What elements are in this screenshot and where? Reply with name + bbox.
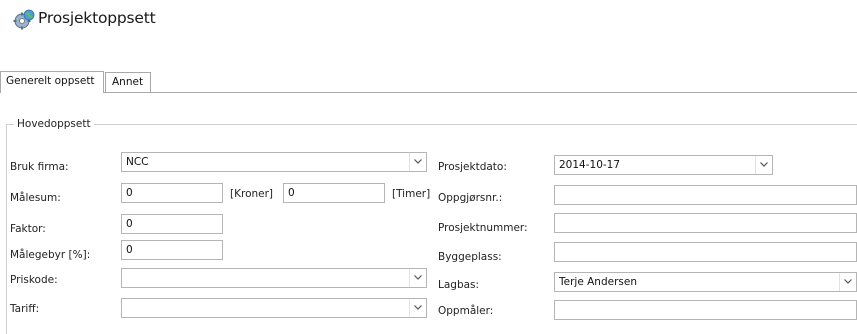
byggeplass-label: Byggeplass: <box>438 251 502 263</box>
faktor-input[interactable]: 0 <box>121 214 223 234</box>
lagbas-select[interactable]: Terje Andersen <box>554 272 857 292</box>
chevron-down-icon[interactable] <box>755 156 772 174</box>
page-title: Prosjektoppsett <box>38 9 156 27</box>
tariff-select[interactable] <box>121 298 427 318</box>
oppmaler-label: Oppmåler: <box>438 305 494 317</box>
byggeplass-input[interactable] <box>554 242 857 262</box>
oppgjorsnr-input[interactable] <box>554 185 857 205</box>
tariff-label: Tariff: <box>10 303 40 315</box>
oppmaler-input[interactable] <box>554 300 857 320</box>
chevron-down-icon[interactable] <box>409 153 426 171</box>
lagbas-value: Terje Andersen <box>559 276 637 288</box>
gear-globe-icon <box>13 9 35 31</box>
timer-unit-label: [Timer] <box>392 188 431 200</box>
malesum-timer-input[interactable]: 0 <box>283 183 385 203</box>
malesum-label: Målesum: <box>10 192 61 204</box>
prosjektnummer-input[interactable] <box>554 213 857 233</box>
prosjektdato-picker[interactable]: 2014-10-17 <box>554 155 773 175</box>
tab-generelt-oppsett[interactable]: Generelt oppsett <box>0 71 104 93</box>
chevron-down-icon[interactable] <box>409 269 426 287</box>
bruk-firma-value: NCC <box>126 156 149 168</box>
bruk-firma-select[interactable]: NCC <box>121 152 427 172</box>
priskode-select[interactable] <box>121 268 427 288</box>
tab-strip-border <box>0 92 857 93</box>
oppgjorsnr-label: Oppgjørsnr.: <box>438 192 503 204</box>
group-title: Hovedoppsett <box>14 118 94 130</box>
priskode-label: Priskode: <box>10 274 58 286</box>
malegebyr-label: Målegebyr [%]: <box>10 249 91 261</box>
bruk-firma-label: Bruk firma: <box>10 161 69 173</box>
lagbas-label: Lagbas: <box>438 279 480 291</box>
malegebyr-input[interactable]: 0 <box>121 240 223 260</box>
tab-annet[interactable]: Annet <box>105 72 151 92</box>
kroner-unit-label: [Kroner] <box>230 188 274 200</box>
faktor-label: Faktor: <box>10 223 46 235</box>
tab-active-gap <box>1 92 103 93</box>
chevron-down-icon[interactable] <box>839 273 856 291</box>
prosjektnummer-label: Prosjektnummer: <box>438 222 528 234</box>
malesum-kroner-input[interactable]: 0 <box>121 183 223 203</box>
chevron-down-icon[interactable] <box>409 299 426 317</box>
prosjektdato-label: Prosjektdato: <box>438 161 507 173</box>
prosjektdato-value: 2014-10-17 <box>559 159 621 171</box>
